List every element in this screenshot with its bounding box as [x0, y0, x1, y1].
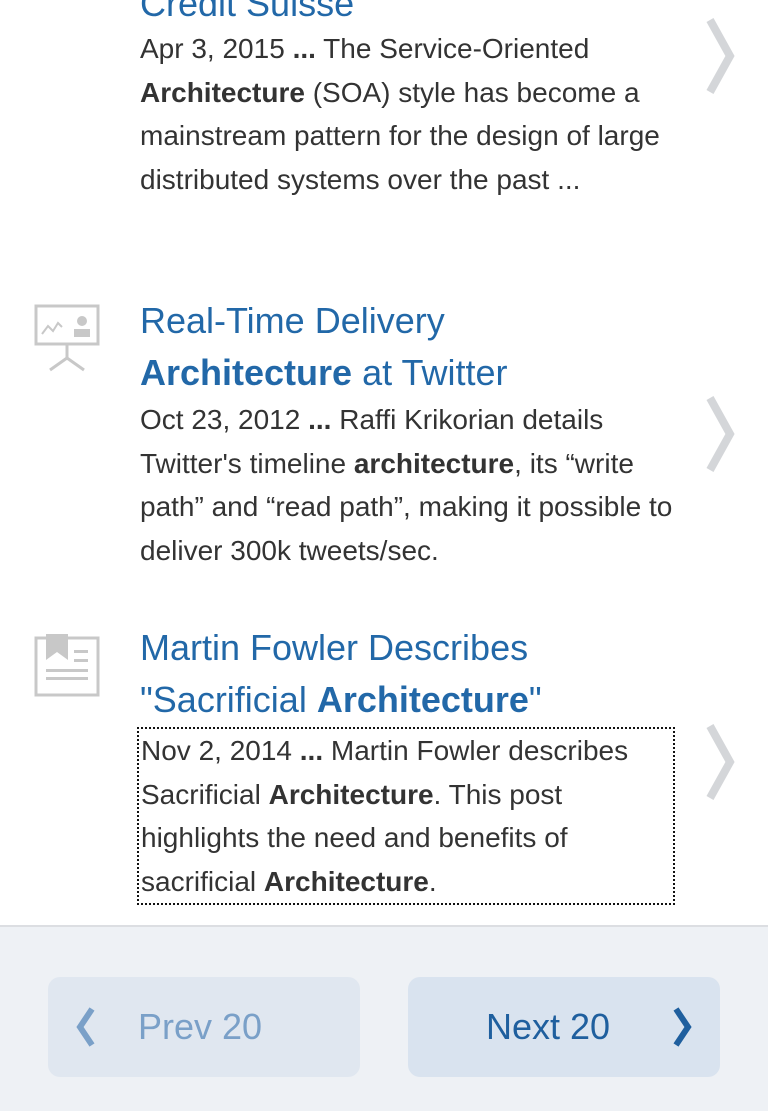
presentation-icon — [34, 304, 100, 372]
chevron-right-icon[interactable] — [700, 394, 740, 474]
article-icon — [34, 634, 100, 697]
result-date: Apr 3, 2015 — [140, 33, 285, 64]
result-snippet: Nov 2, 2014 ... Martin Fowler describes … — [137, 727, 675, 905]
search-result[interactable]: Martin Fowler Describes" "Sacrificial Ar… — [0, 598, 768, 927]
result-title-line2[interactable]: "Sacrificial Architecture" — [140, 674, 542, 726]
chevron-left-icon — [76, 1007, 95, 1047]
prev-page-label: Prev 20 — [138, 1006, 263, 1047]
result-snippet: Apr 3, 2015 ... The Service-Oriented Arc… — [140, 33, 660, 195]
chevron-right-icon[interactable] — [700, 16, 740, 96]
search-result[interactable]: Credit Suisse Apr 3, 2015 ... The Servic… — [0, 0, 768, 270]
chevron-right-icon — [673, 1007, 692, 1047]
result-snippet: Oct 23, 2012 ... Raffi Krikorian details… — [140, 404, 673, 566]
search-result[interactable]: Real-Time Delivery Architecture at Twitt… — [0, 268, 768, 600]
result-title-link[interactable]: Real-Time Delivery Architecture at Twitt… — [140, 295, 680, 399]
result-title-link[interactable]: Credit Suisse — [140, 0, 354, 30]
chevron-right-icon[interactable] — [700, 722, 740, 802]
result-date: Oct 23, 2012 — [140, 404, 301, 435]
prev-page-button[interactable]: Prev 20 — [48, 977, 360, 1077]
next-page-label: Next 20 — [486, 1006, 611, 1047]
next-page-button[interactable]: Next 20 — [408, 977, 720, 1077]
result-date: Nov 2, 2014 — [141, 735, 292, 766]
pagination-bar: Prev 20 Next 20 — [0, 925, 768, 1111]
